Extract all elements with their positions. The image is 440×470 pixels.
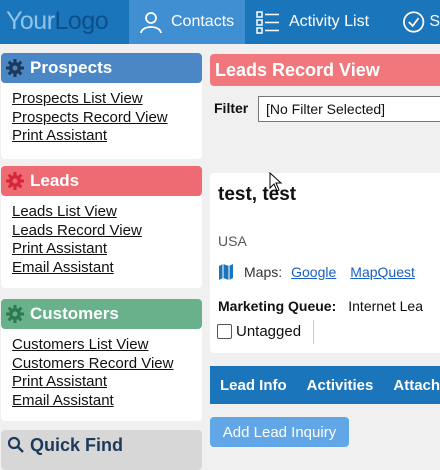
add-lead-inquiry-button[interactable]: Add Lead Inquiry xyxy=(210,417,349,447)
logo-text-part2: Logo xyxy=(54,7,109,35)
record-name: test, test xyxy=(218,184,297,205)
nav-tab-activity-list[interactable]: Activity List xyxy=(245,0,388,44)
quick-find-header[interactable]: Quick Find xyxy=(1,430,202,460)
customers-panel-header[interactable]: Customers xyxy=(1,299,202,329)
google-maps-link[interactable]: Google xyxy=(291,264,336,280)
divider xyxy=(313,320,314,344)
mapquest-link[interactable]: MapQuest xyxy=(350,264,415,280)
customers-list-view-link[interactable]: Customers List View xyxy=(12,336,202,355)
nav-tab-activity-label: Activity List xyxy=(289,13,370,30)
prospects-panel-header[interactable]: Prospects xyxy=(1,53,202,83)
check-circle-icon xyxy=(403,11,425,33)
gear-icon xyxy=(6,172,24,190)
marketing-queue-value: Internet Lea xyxy=(348,298,423,314)
tag-toggle[interactable]: Untagged xyxy=(217,323,301,340)
maps-label: Maps: xyxy=(244,264,283,280)
map-icon xyxy=(219,264,233,280)
record-country: USA xyxy=(218,233,247,249)
untagged-checkbox[interactable] xyxy=(217,324,232,339)
prospects-panel-title: Prospects xyxy=(30,58,113,77)
add-lead-inquiry-label: Add Lead Inquiry xyxy=(222,423,337,441)
record-card: test, test USA Maps: Google MapQuest Mar… xyxy=(210,173,440,353)
quick-find-title: Quick Find xyxy=(30,434,124,455)
logo[interactable]: YourLogo xyxy=(6,7,109,36)
nav-tab-next[interactable]: S xyxy=(388,0,440,44)
customers-panel: Customers Customers List View Customers … xyxy=(1,299,202,421)
search-icon xyxy=(7,436,24,453)
quick-find-panel: Quick Find xyxy=(1,430,202,470)
person-icon xyxy=(140,12,162,34)
prospects-list-view-link[interactable]: Prospects List View xyxy=(12,90,202,109)
customers-panel-title: Customers xyxy=(30,304,119,323)
page-title: Leads Record View xyxy=(210,54,440,86)
prospects-record-view-link[interactable]: Prospects Record View xyxy=(12,109,202,128)
prospects-print-assistant-link[interactable]: Print Assistant xyxy=(12,127,202,146)
tab-activities[interactable]: Activities xyxy=(297,377,384,394)
leads-record-view-link[interactable]: Leads Record View xyxy=(12,222,202,241)
leads-panel-header[interactable]: Leads xyxy=(1,166,202,196)
leads-list-view-link[interactable]: Leads List View xyxy=(12,203,202,222)
maps-row: Maps: Google MapQuest xyxy=(218,263,429,281)
leads-panel: Leads Leads List View Leads Record View … xyxy=(1,166,202,288)
nav-tab-contacts-label: Contacts xyxy=(171,13,235,30)
gear-icon xyxy=(6,305,24,323)
logo-text-part1: Your xyxy=(6,7,55,35)
filter-select[interactable]: [No Filter Selected] xyxy=(258,96,440,122)
untagged-label: Untagged xyxy=(236,323,302,340)
customers-print-assistant-link[interactable]: Print Assistant xyxy=(12,373,202,392)
marketing-queue-label: Marketing Queue: xyxy=(218,298,337,314)
tab-lead-info[interactable]: Lead Info xyxy=(210,377,297,394)
nav-tab-contacts[interactable]: Contacts xyxy=(129,0,245,44)
leads-panel-title: Leads xyxy=(30,171,80,190)
gear-icon xyxy=(6,59,24,77)
customers-record-view-link[interactable]: Customers Record View xyxy=(12,355,202,374)
mouse-cursor-icon xyxy=(269,172,283,192)
filter-label: Filter xyxy=(214,100,249,116)
page-title-text: Leads Record View xyxy=(215,59,380,80)
tab-attachments[interactable]: Attach xyxy=(383,377,440,394)
list-icon xyxy=(256,11,279,34)
leads-email-assistant-link[interactable]: Email Assistant xyxy=(12,259,202,278)
customers-email-assistant-link[interactable]: Email Assistant xyxy=(12,392,202,411)
nav-tab-next-label: S xyxy=(429,13,440,30)
marketing-queue-row: Marketing Queue: Internet Lea xyxy=(218,298,423,314)
leads-print-assistant-link[interactable]: Print Assistant xyxy=(12,240,202,259)
top-nav: YourLogo Contacts Activity List S xyxy=(0,0,440,44)
record-tabs: Lead Info Activities Attach xyxy=(210,366,440,404)
prospects-panel: Prospects Prospects List View Prospects … xyxy=(1,53,202,159)
